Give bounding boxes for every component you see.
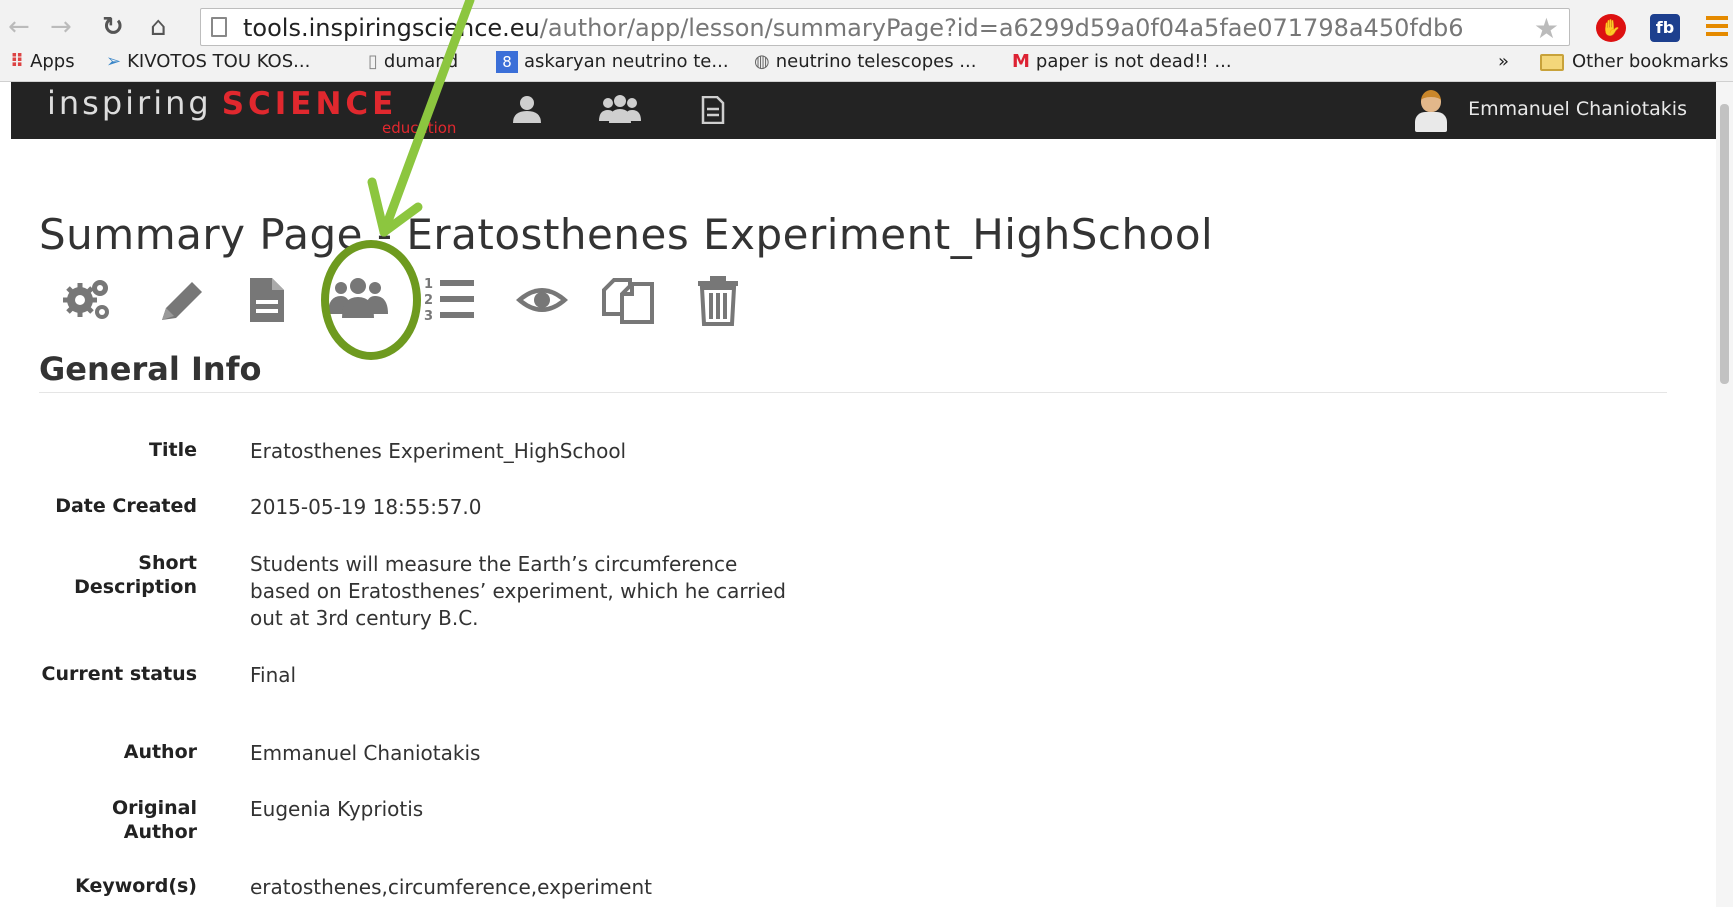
info-label: Title (149, 439, 197, 461)
section-divider (39, 392, 1667, 393)
bookmark-askaryan[interactable]: 8 askaryan neutrino te... (496, 51, 729, 73)
gears-icon[interactable] (60, 272, 120, 328)
document-icon[interactable] (238, 272, 298, 328)
ordered-list-icon[interactable]: 123 (422, 272, 482, 328)
users-icon[interactable] (328, 272, 388, 328)
forward-arrow-icon[interactable]: → (50, 12, 72, 42)
bookmark-star-icon[interactable]: ★ (1534, 12, 1559, 45)
info-value: eratosthenes,circumference,experiment (250, 875, 652, 899)
info-value: Final (250, 663, 297, 687)
bookmark-neutrino-telescopes[interactable]: ◍ neutrino telescopes ... (754, 51, 976, 72)
avatar (1411, 88, 1451, 132)
info-label: Short Description (74, 552, 197, 598)
browser-menu-icon[interactable] (1706, 16, 1728, 40)
info-label: Keyword(s) (75, 875, 197, 897)
svg-text:3: 3 (424, 309, 433, 324)
inspiring-science-logo[interactable]: inspiring SCIENCE education (47, 84, 456, 137)
user-icon[interactable] (511, 94, 543, 128)
bookmark-paper-not-dead[interactable]: Mpaper is not dead!! ... (1012, 51, 1232, 72)
user-name: Emmanuel Chaniotakis (1468, 98, 1687, 120)
back-arrow-icon[interactable]: ← (8, 12, 30, 42)
bookmark-apps[interactable]: ⠿ Apps (10, 51, 75, 72)
globe-icon: ◍ (754, 51, 770, 72)
address-url: tools.inspiringscience.eu/author/app/les… (243, 14, 1464, 42)
info-label: Original Author (111, 797, 197, 843)
trash-icon[interactable] (688, 272, 748, 328)
link-icon: ➢ (106, 51, 122, 72)
fb-extension-icon[interactable]: fb (1650, 14, 1680, 42)
info-label: Author (123, 741, 197, 763)
info-value: Eratosthenes Experiment_HighSchool (250, 439, 627, 463)
browser-nav-row: ← → ↻ ⌂ tools.inspiringscience.eu/author… (0, 4, 1733, 48)
address-bar[interactable]: tools.inspiringscience.eu/author/app/les… (200, 8, 1570, 46)
svg-text:2: 2 (424, 293, 433, 308)
apps-grid-icon: ⠿ (10, 51, 25, 72)
bookmarks-bar: ⠿ Apps ➢ KIVOTOS TOU KOS... ▯ dumand 8 askar… (0, 48, 1733, 78)
other-bookmarks[interactable]: Other bookmarks (1540, 51, 1728, 72)
svg-text:1: 1 (424, 277, 433, 292)
eye-icon[interactable] (512, 272, 572, 328)
document-icon[interactable] (701, 95, 725, 128)
stop-extension-icon[interactable]: ✋ (1596, 14, 1626, 42)
info-label: Current status (41, 663, 197, 685)
general-info-heading: General Info (39, 350, 262, 388)
app-header: inspiring SCIENCE education Emmanuel Chan… (11, 82, 1723, 139)
info-value: 2015-05-19 18:55:57.0 (250, 495, 482, 519)
page-icon (211, 17, 227, 37)
google-scholar-icon: 8 (496, 51, 518, 73)
info-value: Students will measure the Earth’s circum… (250, 552, 786, 630)
browser-chrome: ← → ↻ ⌂ tools.inspiringscience.eu/author… (0, 0, 1733, 82)
folder-icon (1540, 53, 1564, 71)
info-value: Eugenia Kypriotis (250, 797, 424, 821)
copy-icon[interactable] (600, 272, 660, 328)
bookmark-kivotos[interactable]: ➢ KIVOTOS TOU KOS... (106, 51, 310, 72)
bookmark-dumand[interactable]: ▯ dumand (368, 51, 458, 72)
home-icon[interactable]: ⌂ (150, 12, 167, 42)
page-title: Summary Page - Eratosthenes Experiment_H… (39, 210, 1214, 259)
scrollbar-thumb[interactable] (1720, 104, 1729, 384)
page-icon: ▯ (368, 51, 378, 72)
reload-icon[interactable]: ↻ (102, 12, 124, 42)
more-bookmarks-chevron[interactable]: » (1498, 51, 1509, 72)
pencil-icon[interactable] (152, 272, 212, 328)
info-label: Date Created (55, 495, 197, 517)
info-value: Emmanuel Chaniotakis (250, 741, 481, 765)
gmail-icon: M (1012, 51, 1030, 72)
users-group-icon[interactable] (599, 94, 641, 128)
page-scrollbar[interactable] (1716, 82, 1733, 907)
